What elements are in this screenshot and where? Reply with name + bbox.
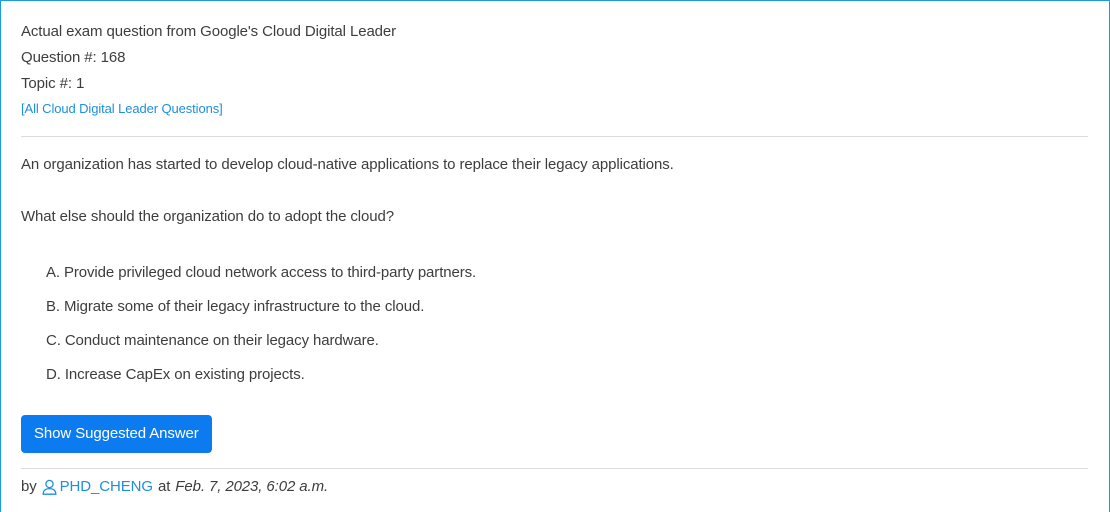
question-card: Actual exam question from Google's Cloud… [0, 0, 1110, 512]
choice-text: Increase CapEx on existing projects. [64, 366, 305, 383]
question-text: An organization has started to develop c… [21, 156, 674, 173]
choice-letter: C. [46, 332, 61, 349]
post-date: Feb. 7, 2023, 6:02 a.m. [175, 478, 329, 495]
choice-letter: D. [46, 366, 61, 383]
choice-a[interactable]: A. Provide privileged cloud network acces… [46, 263, 1089, 283]
choice-text: Conduct maintenance on their legacy hard… [64, 332, 379, 349]
choice-text: Migrate some of their legacy infrastruct… [63, 298, 425, 315]
footer-divider [21, 468, 1088, 469]
by-label: by [21, 478, 37, 495]
user-outline-icon [42, 479, 57, 495]
choice-c[interactable]: C. Conduct maintenance on their legacy ha… [46, 331, 1089, 351]
username-link[interactable]: PHD_CHENG [60, 477, 153, 497]
header-divider [21, 136, 1088, 137]
post-meta: by PHD_CHENG at Feb. 7, 2023, 6:02 a.m. [21, 477, 1089, 497]
choice-b[interactable]: B. Migrate some of their legacy infrastru… [46, 297, 1089, 317]
question-body: An organization has started to develop c… [21, 155, 1089, 385]
all-questions-link[interactable]: [All Cloud Digital Leader Questions] [21, 98, 223, 120]
choice-d[interactable]: D. Increase CapEx on existing projects. [46, 365, 1089, 385]
question-number: Question #: 168 [21, 49, 126, 66]
show-suggested-answer-button[interactable]: Show Suggested Answer [21, 415, 212, 453]
choice-text: Provide privileged cloud network access … [63, 264, 477, 281]
topic-number: Topic #: 1 [21, 75, 85, 92]
choice-letter: A. [46, 264, 60, 281]
choice-letter: B. [46, 298, 60, 315]
choices-list: A. Provide privileged cloud network acces… [21, 263, 1089, 385]
question-prompt: What else should the organization do to … [21, 208, 394, 225]
at-label: at [157, 478, 171, 495]
exam-title: Actual exam question from Google's Cloud… [21, 23, 397, 40]
